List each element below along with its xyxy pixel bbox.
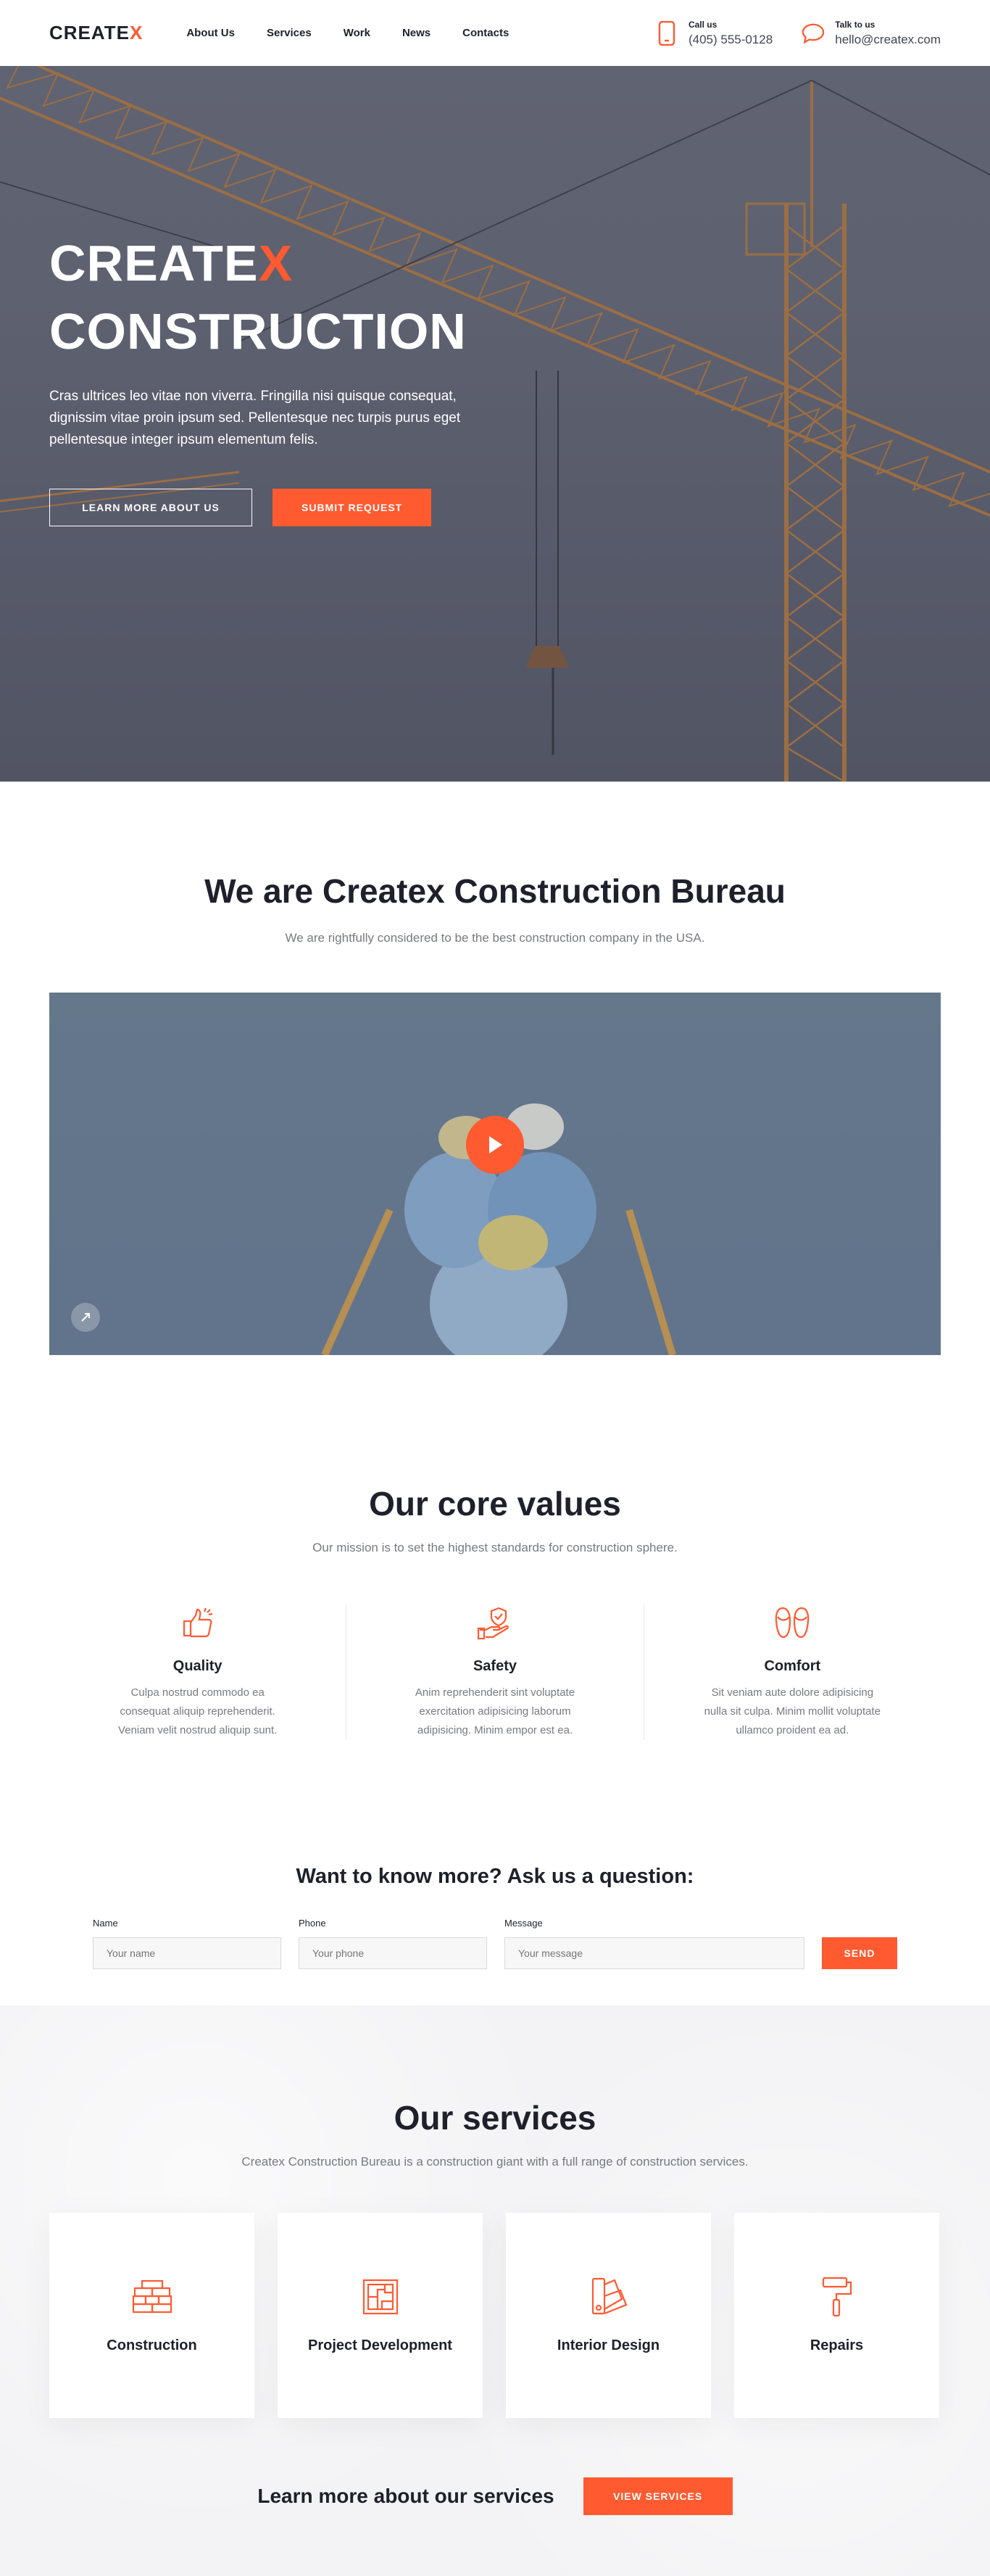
about-section: We are Createx Construction Bureau We ar… [0, 782, 990, 1355]
name-label: Name [93, 1918, 118, 1929]
service-card-interior-design[interactable]: Interior Design [506, 2213, 711, 2418]
service-card-project-development[interactable]: Project Development [278, 2213, 483, 2418]
nav-work[interactable]: Work [344, 27, 370, 39]
talk-to-us[interactable]: Talk to us hello@createx.com [802, 20, 941, 47]
talk-label: Talk to us [835, 19, 875, 30]
nav-news[interactable]: News [402, 27, 430, 39]
nav-about-us[interactable]: About Us [186, 27, 235, 39]
value-text: Sit veniam aute dolore adipisicing nulla… [704, 1686, 881, 1736]
logo-accent: X [129, 22, 143, 44]
workers-image [49, 993, 941, 1355]
header-contacts: Call us (405) 555-0128 Talk to us hello@… [655, 20, 941, 47]
video-player[interactable] [49, 993, 941, 1355]
chat-icon [802, 22, 825, 45]
hero-content: CREATEX CONSTRUCTION Cras ultrices leo v… [49, 229, 513, 526]
services-title: Our services [394, 2099, 596, 2137]
value-item-comfort: Comfort Sit veniam aute dolore adipisici… [644, 1604, 941, 1740]
message-label: Message [504, 1918, 543, 1929]
site-header: CREATEX About Us Services Work News Cont… [0, 0, 990, 66]
hero-section: CREATEX CONSTRUCTION Cras ultrices leo v… [0, 66, 990, 782]
values-title: Our core values [369, 1485, 621, 1523]
nav-contacts[interactable]: Contacts [462, 27, 509, 39]
expand-icon [81, 1313, 90, 1322]
value-text: Culpa nostrud commodo ea consequat aliqu… [118, 1686, 278, 1736]
blueprint-icon [362, 2277, 399, 2317]
view-services-button[interactable]: VIEW SERVICES [583, 2477, 733, 2515]
services-subtitle: Createx Construction Bureau is a constru… [241, 2155, 749, 2169]
submit-request-button[interactable]: SUBMIT REQUEST [273, 489, 432, 526]
name-field-group: Name [93, 1918, 281, 1969]
hero-title-line1: CREATE [49, 235, 259, 291]
value-title: Safety [473, 1658, 517, 1674]
phone-input[interactable] [299, 1937, 487, 1969]
value-item-safety: Safety Anim reprehenderit sint voluptate… [346, 1604, 644, 1740]
name-input[interactable] [93, 1937, 281, 1969]
message-input[interactable] [504, 1937, 804, 1969]
services-section: Our services Createx Construction Bureau… [0, 2005, 990, 2576]
nav-services[interactable]: Services [267, 27, 312, 39]
about-title: We are Createx Construction Bureau [204, 872, 786, 910]
shield-hand-icon [368, 1604, 621, 1642]
service-title: Repairs [810, 2337, 864, 2353]
services-cta-text: Learn more about our services [257, 2485, 554, 2507]
slippers-icon [666, 1604, 919, 1642]
play-icon [489, 1136, 502, 1154]
question-section: Want to know more? Ask us a question: Na… [0, 1740, 990, 2005]
value-item-quality: Quality Culpa nostrud commodo ea consequ… [49, 1604, 347, 1740]
service-title: Interior Design [557, 2337, 660, 2353]
hero-title-accent: X [258, 235, 294, 291]
email-address[interactable]: hello@createx.com [835, 33, 941, 47]
question-title: Want to know more? Ask us a question: [296, 1865, 694, 1888]
expand-button[interactable] [71, 1303, 100, 1332]
learn-more-button[interactable]: LEARN MORE ABOUT US [49, 489, 252, 526]
message-field-group: Message [504, 1918, 804, 1969]
hero-buttons: LEARN MORE ABOUT US SUBMIT REQUEST [49, 489, 513, 526]
phone-field-group: Phone [299, 1918, 487, 1969]
question-form: Name Phone Message SEND [93, 1918, 897, 2005]
call-label: Call us [688, 19, 717, 30]
values-list: Quality Culpa nostrud commodo ea consequ… [49, 1604, 941, 1740]
send-button[interactable]: SEND [822, 1937, 897, 1969]
hero-title-line2: CONSTRUCTION [49, 303, 467, 360]
logo[interactable]: CREATEX [49, 22, 143, 44]
color-palette-icon [590, 2277, 628, 2317]
value-title: Quality [172, 1658, 222, 1674]
phone-icon [655, 20, 678, 46]
bricks-icon [132, 2277, 172, 2317]
service-title: Construction [107, 2337, 197, 2353]
service-card-construction[interactable]: Construction [49, 2213, 254, 2418]
services-cta: Learn more about our services VIEW SERVI… [0, 2477, 990, 2515]
main-nav: About Us Services Work News Contacts [186, 27, 541, 39]
thumbs-up-icon [71, 1604, 324, 1642]
play-button[interactable] [466, 1116, 524, 1174]
hero-title: CREATEX CONSTRUCTION [49, 229, 513, 365]
service-title: Project Development [308, 2337, 452, 2353]
paint-roller-icon [820, 2277, 854, 2317]
phone-number[interactable]: (405) 555-0128 [689, 33, 773, 47]
hero-description: Cras ultrices leo vitae non viverra. Fri… [49, 389, 461, 447]
about-subtitle: We are rightfully considered to be the b… [285, 931, 705, 945]
value-title: Comfort [764, 1658, 821, 1674]
value-text: Anim reprehenderit sint voluptate exerci… [415, 1686, 575, 1736]
phone-label: Phone [299, 1918, 326, 1929]
core-values-section: Our core values Our mission is to set th… [0, 1355, 990, 1740]
service-card-repairs[interactable]: Repairs [734, 2213, 939, 2418]
logo-text: CREATE [49, 22, 130, 44]
services-list: Construction Project Development Interio… [49, 2213, 941, 2418]
call-us[interactable]: Call us (405) 555-0128 [655, 20, 773, 47]
values-subtitle: Our mission is to set the highest standa… [312, 1541, 678, 1554]
